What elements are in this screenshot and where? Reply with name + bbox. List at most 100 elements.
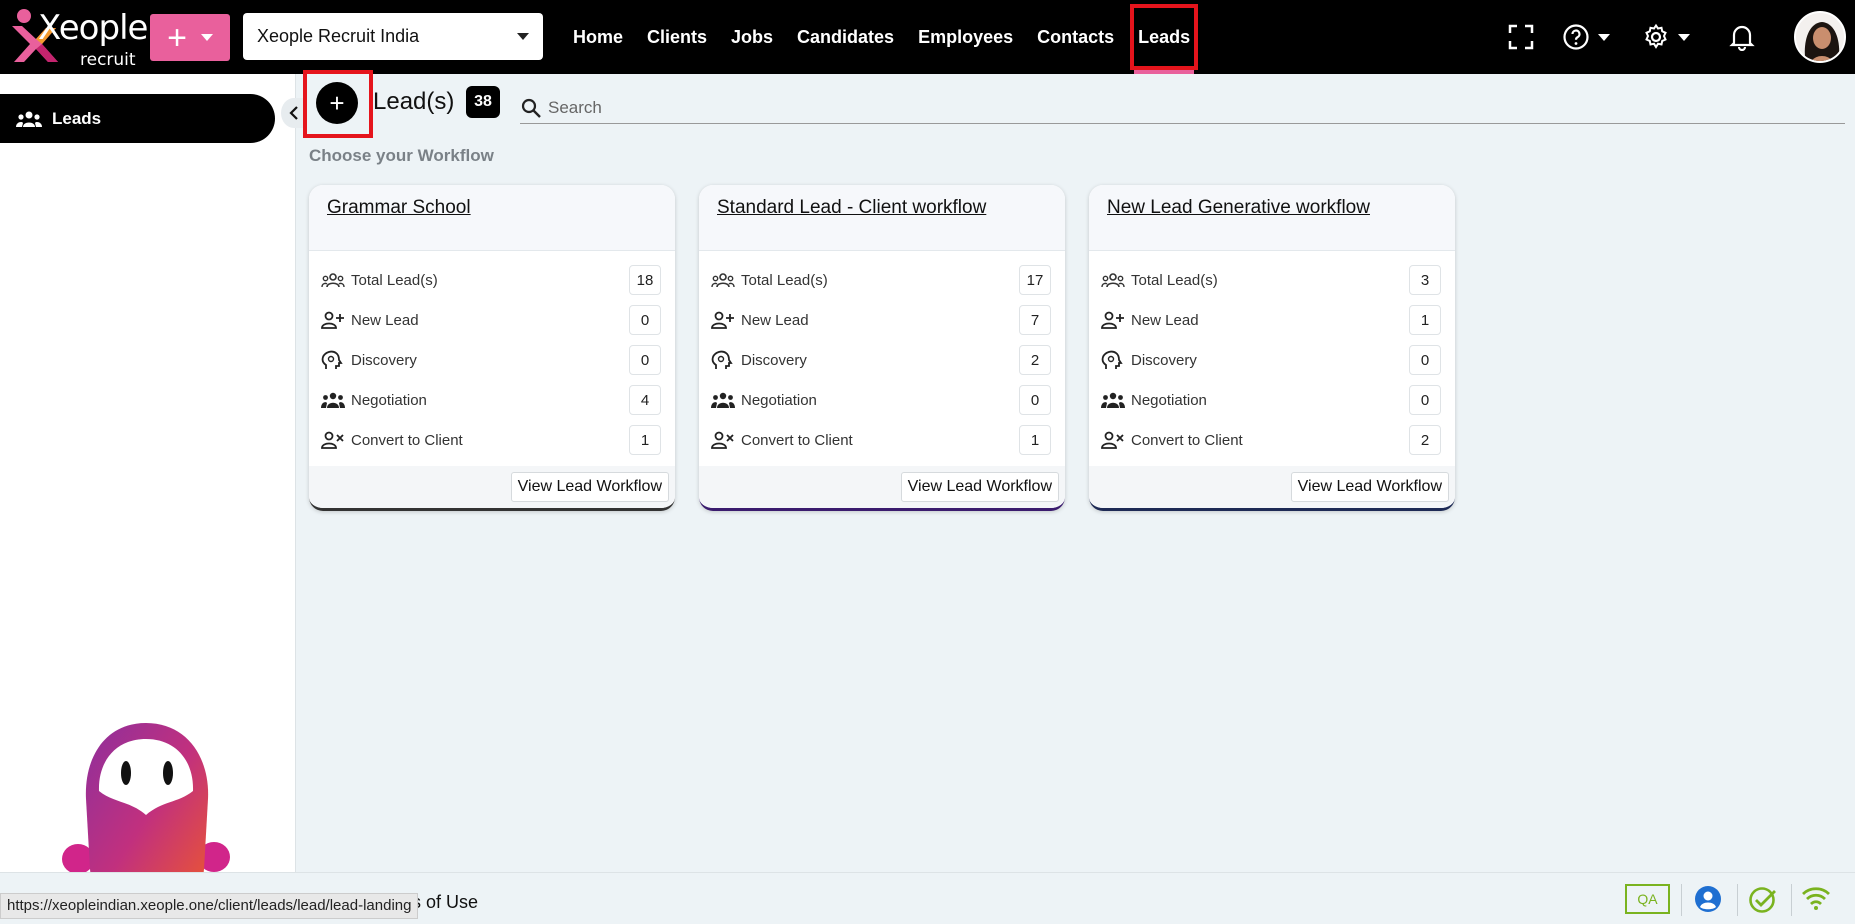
nav-jobs[interactable]: Jobs: [719, 0, 785, 74]
connection-status-button[interactable]: [1801, 885, 1831, 916]
card-header: New Lead Generative workflow: [1089, 185, 1455, 251]
stat-label: Total Lead(s): [741, 271, 828, 289]
person-remove-icon: [321, 431, 344, 449]
stat-value: 7: [1019, 305, 1051, 335]
stat-label: Convert to Client: [741, 431, 853, 449]
help-menu-button[interactable]: [1562, 0, 1610, 74]
stat-row: Discovery 2: [711, 340, 1051, 380]
stat-label: Discovery: [1131, 351, 1197, 369]
stat-label: New Lead: [1131, 311, 1199, 329]
stat-row: Discovery 0: [321, 340, 661, 380]
stat-row: Convert to Client 1: [321, 420, 661, 460]
card-header: Standard Lead - Client workflow: [699, 185, 1065, 251]
group-outline-icon: [321, 273, 345, 288]
view-lead-workflow-button[interactable]: View Lead Workflow: [1290, 472, 1449, 502]
stat-label: Convert to Client: [351, 431, 463, 449]
status-check-button[interactable]: [1748, 885, 1778, 920]
groups-icon: [1101, 392, 1125, 408]
plus-icon: +: [167, 18, 187, 57]
brand-name: Xeople: [38, 8, 148, 48]
stat-label: Discovery: [741, 351, 807, 369]
nav-leads[interactable]: Leads: [1126, 0, 1202, 74]
nav-employees[interactable]: Employees: [906, 0, 1025, 74]
sidebar-item-leads[interactable]: Leads: [0, 94, 275, 143]
person-add-icon: [711, 311, 734, 329]
card-body: Total Lead(s) 18 New Lead 0 Discovery 0 …: [309, 251, 675, 460]
workflow-card: New Lead Generative workflow Total Lead(…: [1089, 185, 1455, 511]
view-lead-workflow-button[interactable]: View Lead Workflow: [510, 472, 669, 502]
people-icon: [16, 111, 42, 127]
search-icon: [521, 98, 541, 118]
chevron-down-icon: [517, 33, 529, 40]
groups-icon: [711, 392, 735, 408]
stat-value: 4: [629, 385, 661, 415]
stat-row: Total Lead(s) 18: [321, 260, 661, 300]
avatar-image: [1796, 13, 1844, 61]
stat-value: 0: [1409, 345, 1441, 375]
stat-label: Convert to Client: [1131, 431, 1243, 449]
card-body: Total Lead(s) 3 New Lead 1 Discovery 0 N…: [1089, 251, 1455, 460]
psychology-icon: [711, 350, 733, 369]
nav-home[interactable]: Home: [561, 0, 635, 74]
group-outline-icon: [1101, 273, 1125, 288]
nav-clients[interactable]: Clients: [635, 0, 719, 74]
chevron-down-icon: [1598, 33, 1610, 41]
stat-row: New Lead 7: [711, 300, 1051, 340]
fullscreen-button[interactable]: [1508, 0, 1534, 74]
workflow-title-link[interactable]: Standard Lead - Client workflow: [717, 197, 1047, 219]
brand-sub: recruit: [80, 50, 136, 70]
stat-label: Discovery: [351, 351, 417, 369]
nav-candidates[interactable]: Candidates: [785, 0, 906, 74]
lead-count-badge: 38: [466, 86, 500, 118]
card-footer: View Lead Workflow: [309, 466, 675, 508]
workflow-card: Standard Lead - Client workflow Total Le…: [699, 185, 1065, 511]
company-select-value: Xeople Recruit India: [257, 26, 420, 46]
stat-row: Total Lead(s) 3: [1101, 260, 1441, 300]
notifications-button[interactable]: [1729, 0, 1755, 74]
top-navbar: Xeople recruit + Xeople Recruit India Ho…: [0, 0, 1855, 74]
settings-menu-button[interactable]: [1642, 0, 1690, 74]
stat-value: 0: [629, 305, 661, 335]
section-title: Choose your Workflow: [309, 146, 494, 165]
divider: [1681, 884, 1682, 916]
person-remove-icon: [711, 431, 734, 449]
group-outline-icon: [711, 273, 735, 288]
stat-value: 1: [1019, 425, 1051, 455]
bell-icon: [1729, 25, 1755, 51]
stat-value: 2: [1019, 345, 1051, 375]
add-lead-button[interactable]: +: [316, 82, 358, 124]
view-lead-workflow-button[interactable]: View Lead Workflow: [900, 472, 1059, 502]
nav-contacts[interactable]: Contacts: [1025, 0, 1126, 74]
stat-label: New Lead: [741, 311, 809, 329]
sidebar-item-label: Leads: [52, 108, 102, 128]
company-select[interactable]: Xeople Recruit India: [243, 13, 543, 60]
chevron-down-icon: [200, 34, 213, 41]
stat-value: 17: [1019, 265, 1051, 295]
account-circle-icon: [1695, 886, 1721, 912]
card-footer: View Lead Workflow: [1089, 466, 1455, 508]
quick-add-button[interactable]: +: [150, 14, 230, 61]
stat-row: Convert to Client 1: [711, 420, 1051, 460]
main-nav: Home Clients Jobs Candidates Employees C…: [561, 0, 1202, 74]
card-body: Total Lead(s) 17 New Lead 7 Discovery 2 …: [699, 251, 1065, 460]
xeople-logo[interactable]: Xeople recruit: [8, 6, 148, 70]
stat-row: Convert to Client 2: [1101, 420, 1441, 460]
user-account-button[interactable]: [1694, 885, 1722, 918]
check-circle-icon: [1749, 887, 1776, 913]
status-url-tooltip: https://xeopleindian.xeople.one/client/l…: [0, 893, 419, 919]
workflow-title-link[interactable]: Grammar School: [327, 197, 657, 219]
stat-row: New Lead 1: [1101, 300, 1441, 340]
stat-row: Negotiation 4: [321, 380, 661, 420]
stat-value: 0: [1019, 385, 1051, 415]
workflow-title-link[interactable]: New Lead Generative workflow: [1107, 197, 1437, 219]
stat-value: 0: [629, 345, 661, 375]
divider: [1791, 884, 1792, 916]
search-input[interactable]: [548, 97, 1828, 118]
person-remove-icon: [1101, 431, 1124, 449]
qa-badge[interactable]: QA: [1625, 884, 1670, 914]
user-avatar[interactable]: [1794, 11, 1846, 63]
stat-row: Discovery 0: [1101, 340, 1441, 380]
chevron-down-icon: [1678, 33, 1690, 41]
stat-row: Total Lead(s) 17: [711, 260, 1051, 300]
fullscreen-icon: [1508, 24, 1534, 50]
